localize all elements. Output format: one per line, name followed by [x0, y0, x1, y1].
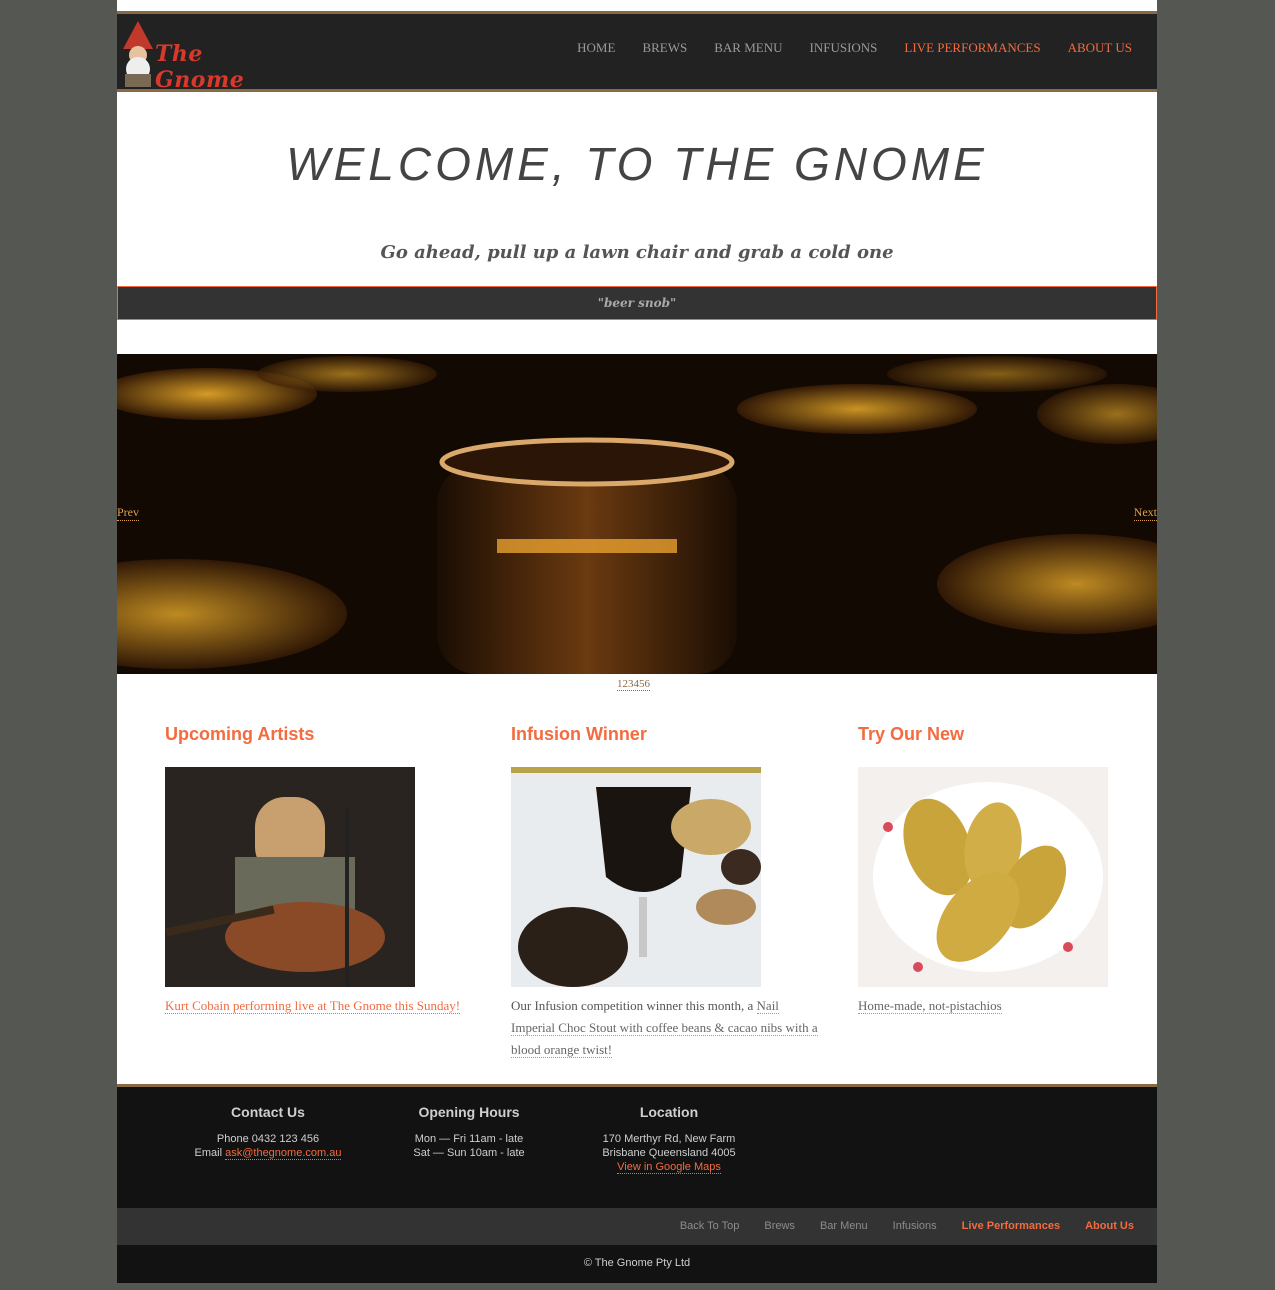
footer-nav-item-about-us[interactable]: About Us	[1085, 1220, 1134, 1232]
caption-text: Our Infusion competition winner this mon…	[511, 998, 757, 1013]
artist-link[interactable]: Kurt Cobain performing live at The Gnome…	[165, 998, 461, 1014]
food-photo	[858, 767, 1108, 987]
column-caption: Kurt Cobain performing live at The Gnome…	[165, 995, 475, 1017]
address-line: Brisbane Queensland 4005	[602, 1147, 736, 1159]
header: The Gnome HOME BREWS BAR MENU INFUSIONS LIVE…	[117, 11, 1157, 93]
column-caption: Our Infusion competition winner this mon…	[511, 995, 821, 1061]
column-caption: Home-made, not-pistachios	[858, 995, 1168, 1017]
footer-nav: Back To Top Brews Bar Menu Infusions Live Pe…	[117, 1208, 1157, 1245]
column-try-our-new: Try Our New Home-made, not-pistachios	[858, 724, 1168, 1017]
bottom-margin	[117, 1283, 1157, 1290]
hours-line: Mon — Fri 11am - late	[414, 1133, 524, 1145]
slider-next-button[interactable]: Next	[1133, 505, 1157, 521]
footer-nav-item-brews[interactable]: Brews	[764, 1220, 795, 1232]
nav-item-infusions[interactable]: INFUSIONS	[810, 40, 878, 56]
footer-nav-links: Back To Top Brews Bar Menu Infusions Live Pe…	[680, 1220, 1134, 1232]
artist-photo	[165, 767, 415, 987]
column-upcoming-artists: Upcoming Artists Kurt Cobain performing …	[165, 724, 475, 1017]
quote-bar: "beer snob"	[117, 286, 1157, 320]
image-slider[interactable]	[117, 354, 1157, 674]
nav-item-bar-menu[interactable]: BAR MENU	[714, 40, 782, 56]
page: The Gnome HOME BREWS BAR MENU INFUSIONS LIVE…	[117, 0, 1157, 1290]
gnome-logo-icon	[123, 21, 153, 87]
slider-prev-button[interactable]: Prev	[117, 505, 139, 521]
footer-nav-item-infusions[interactable]: Infusions	[893, 1220, 937, 1232]
page-title: WELCOME, TO THE GNOME	[286, 138, 988, 190]
column-title: Infusion Winner	[511, 724, 647, 744]
address-line: 170 Merthyr Rd, New Farm	[602, 1133, 736, 1145]
logo-text: The Gnome	[155, 41, 245, 93]
footer-heading: Opening Hours	[418, 1104, 520, 1120]
column-infusion-winner: Infusion Winner Our Infusion competition…	[511, 724, 821, 1061]
email-link[interactable]: ask@thegnome.com.au	[225, 1147, 342, 1160]
nav-item-home[interactable]: HOME	[577, 40, 615, 56]
column-title: Upcoming Artists	[165, 724, 315, 744]
tagline: Go ahead, pull up a lawn chair and grab …	[380, 242, 894, 263]
nav-item-live-performances[interactable]: LIVE PERFORMANCES	[904, 40, 1040, 56]
nav-item-brews[interactable]: BREWS	[642, 40, 687, 56]
infusion-photo	[511, 767, 761, 987]
top-strip	[117, 0, 1157, 11]
slide-image-beer-bottles	[117, 354, 1157, 674]
phone-text: Phone 0432 123 456	[216, 1133, 320, 1145]
footer-location: Location 170 Merthyr Rd, New Farm Brisba…	[569, 1105, 769, 1174]
site-logo[interactable]: The Gnome	[117, 19, 277, 93]
main-nav: HOME BREWS BAR MENU INFUSIONS LIVE PERFORMAN…	[577, 40, 1132, 56]
footer-nav-item-back-to-top[interactable]: Back To Top	[680, 1220, 740, 1232]
footer-nav-item-live-performances[interactable]: Live Performances	[962, 1220, 1060, 1232]
footer-heading: Location	[639, 1104, 699, 1120]
footer-contact: Contact Us Phone 0432 123 456 Email ask@…	[168, 1105, 368, 1160]
footer: Contact Us Phone 0432 123 456 Email ask@…	[117, 1084, 1157, 1208]
google-maps-link[interactable]: View in Google Maps	[617, 1161, 721, 1174]
nav-item-about-us[interactable]: ABOUT US	[1068, 40, 1132, 56]
footer-nav-item-bar-menu[interactable]: Bar Menu	[820, 1220, 868, 1232]
column-title: Try Our New	[858, 724, 965, 744]
footer-hours: Opening Hours Mon — Fri 11am - late Sat …	[369, 1105, 569, 1160]
hours-line: Sat — Sun 10am - late	[413, 1147, 525, 1159]
slider-pager[interactable]: 123456	[617, 678, 650, 691]
copyright: © The Gnome Pty Ltd	[117, 1245, 1157, 1283]
footer-heading: Contact Us	[231, 1104, 305, 1120]
food-link[interactable]: Home-made, not-pistachios	[858, 998, 1002, 1014]
email-label: Email	[194, 1147, 226, 1159]
